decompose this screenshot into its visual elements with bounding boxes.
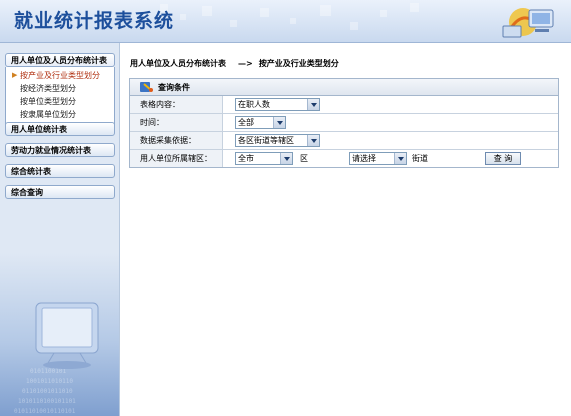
query-panel-header: 查询条件 [130,79,558,96]
breadcrumb: 用人单位及人员分布统计表 —> 按产业及行业类型划分 [130,58,339,69]
sidebar-group-summary: 综合统计表 [5,164,115,178]
content-label: 表格内容： [130,96,223,113]
query-button[interactable]: 查 询 [485,152,521,165]
city-select[interactable]: 全市 [235,152,293,165]
sidebar-item-affiliation[interactable]: 按隶属单位划分 [6,108,114,121]
district-label: 区 [300,154,308,163]
sidebar-group-distribution: 用人单位及人员分布统计表 ▶ 按产业及行业类型划分 按经济类型划分 按单位类型划… [5,53,115,125]
city-select-value: 全市 [238,154,254,163]
arrow-right-icon: ▶ [12,71,18,79]
header-decoration [160,3,419,30]
breadcrumb-current: 按产业及行业类型划分 [258,59,339,68]
query-panel-title: 查询条件 [158,83,190,92]
chevron-down-icon [273,117,285,128]
content-select-value: 在职人数 [238,100,270,109]
breadcrumb-separator: —> [238,59,253,68]
street-select[interactable]: 请选择 [349,152,407,165]
computer-icon [502,8,554,38]
row-time: 时间： 全部 [130,114,558,132]
row-area: 用人单位所属辖区： 全市 区 请选择 街道 查 询 [130,150,558,167]
svg-text:1001011010110: 1001011010110 [26,378,73,385]
sidebar-item-label: 按经济类型划分 [20,84,76,93]
sidebar-item-unit-type[interactable]: 按单位类型划分 [6,95,114,108]
row-basis: 数据采集依据： 各区街道等辖区 [130,132,558,150]
time-label: 时间： [130,114,223,131]
sidebar-group-header[interactable]: 劳动力就业情况统计表 [5,143,115,157]
breadcrumb-root: 用人单位及人员分布统计表 [130,59,226,68]
svg-text:01011010010110101: 01011010010110101 [14,408,76,415]
sidebar: 用人单位及人员分布统计表 ▶ 按产业及行业类型划分 按经济类型划分 按单位类型划… [0,43,120,416]
sidebar-group-header[interactable]: 综合查询 [5,185,115,199]
sidebar-group-header[interactable]: 用人单位统计表 [5,122,115,136]
content-select[interactable]: 在职人数 [235,98,320,111]
query-icon [140,82,153,92]
sidebar-item-label: 按产业及行业类型划分 [20,71,100,80]
time-select[interactable]: 全部 [235,116,286,129]
svg-text:01101001011010: 01101001011010 [22,388,73,395]
query-panel: 查询条件 表格内容： 在职人数 时间： 全部 数据采集依据： 各区街道等辖区 用… [129,78,559,168]
svg-text:0101100101: 0101100101 [30,368,67,375]
basis-select-value: 各区街道等辖区 [238,136,294,145]
street-label: 街道 [412,154,428,163]
chevron-down-icon [307,135,319,146]
sidebar-group-labor: 劳动力就业情况统计表 [5,143,115,157]
sidebar-group-header[interactable]: 综合统计表 [5,164,115,178]
sidebar-group-unit-stats: 用人单位统计表 [5,122,115,136]
row-content: 表格内容： 在职人数 [130,96,558,114]
time-select-value: 全部 [238,118,254,127]
area-label: 用人单位所属辖区： [130,150,223,167]
svg-text:1010110100101101: 1010110100101101 [18,398,76,405]
app-title: 就业统计报表系统 [14,10,175,32]
street-select-value: 请选择 [352,154,376,163]
chevron-down-icon [280,153,292,164]
sidebar-group-query: 综合查询 [5,185,115,199]
sidebar-group-header[interactable]: 用人单位及人员分布统计表 [5,53,115,67]
sidebar-item-economy[interactable]: 按经济类型划分 [6,82,114,95]
sidebar-item-label: 按单位类型划分 [20,97,76,106]
sidebar-illustration: 0101100101 1001011010110 01101001011010 … [0,253,119,416]
chevron-down-icon [394,153,406,164]
basis-label: 数据采集依据： [130,132,223,149]
sidebar-item-industry[interactable]: ▶ 按产业及行业类型划分 [6,69,114,82]
chevron-down-icon [307,99,319,110]
app-header: 就业统计报表系统 [0,0,571,43]
sidebar-submenu: ▶ 按产业及行业类型划分 按经济类型划分 按单位类型划分 按隶属单位划分 [5,67,115,125]
basis-select[interactable]: 各区街道等辖区 [235,134,320,147]
monitor-icon: 0101100101 1001011010110 01101001011010 … [14,302,99,415]
sidebar-item-label: 按隶属单位划分 [20,110,76,119]
